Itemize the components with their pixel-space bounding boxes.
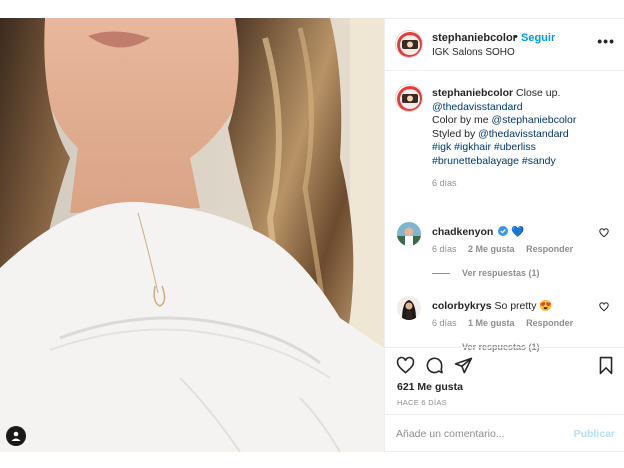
photo-image: [0, 18, 384, 452]
comment-body: So pretty 😍: [494, 300, 553, 312]
mention-link[interactable]: @thedavisstandard: [432, 101, 523, 113]
caption-line-1: Close up.: [513, 87, 561, 99]
avatar[interactable]: [395, 30, 423, 58]
comment-username[interactable]: colorbykrys: [432, 300, 492, 312]
follow-button[interactable]: Seguir: [521, 32, 555, 44]
comment-text: chadkenyon 💙: [432, 225, 524, 238]
post-author-username[interactable]: stephaniebcolor: [432, 32, 517, 44]
reply-button[interactable]: Responder: [526, 244, 573, 254]
hashtag-links[interactable]: #brunettebalayage #sandy: [432, 155, 556, 167]
comment-avatar[interactable]: [397, 296, 421, 320]
comment-username[interactable]: chadkenyon: [432, 226, 493, 238]
comment-like-heart-icon[interactable]: [599, 228, 609, 241]
verified-badge-icon: [498, 226, 509, 236]
hashtag-links[interactable]: #igk #igkhair #uberliss: [432, 141, 536, 153]
comment-meta: 6 días 2 Me gusta Responder: [432, 244, 582, 254]
comment-icon[interactable]: [425, 356, 444, 378]
publish-button[interactable]: Publicar: [574, 428, 615, 440]
post-location[interactable]: IGK Salons SOHO: [432, 47, 515, 58]
separator-dot: •: [514, 31, 518, 43]
caption-line-4-prefix: Styled by: [432, 127, 479, 140]
comment-item: chadkenyon 💙 6 días 2 Me gusta Responder…: [385, 222, 624, 282]
comment-text: colorbykrys So pretty 😍: [432, 299, 552, 312]
post-timestamp[interactable]: HACE 6 DÍAS: [397, 398, 447, 407]
mention-link[interactable]: @thedavisstandard: [478, 128, 569, 140]
view-replies-button[interactable]: Ver respuestas (1): [432, 268, 540, 278]
likes-count[interactable]: 621 Me gusta: [397, 381, 463, 393]
reply-button[interactable]: Responder: [526, 318, 573, 328]
replies-divider: [432, 272, 450, 274]
comment-time[interactable]: 6 días: [432, 318, 457, 328]
caption-time[interactable]: 6 días: [432, 178, 457, 188]
comments-section: stephaniebcolor Close up. @thedavisstand…: [385, 72, 624, 352]
view-replies-label: Ver respuestas (1): [462, 268, 540, 278]
mention-link[interactable]: @stephaniebcolor: [492, 114, 577, 126]
comment-body: 💙: [511, 226, 525, 238]
comment-likes[interactable]: 2 Me gusta: [468, 244, 515, 254]
comment-input[interactable]: [396, 424, 566, 444]
comment-likes[interactable]: 1 Me gusta: [468, 318, 515, 328]
post-header: stephaniebcolor • Seguir IGK Salons SOHO…: [385, 19, 624, 71]
add-comment-form: Publicar: [385, 414, 624, 452]
caption-username[interactable]: stephaniebcolor: [432, 87, 513, 99]
more-options-icon[interactable]: •••: [597, 34, 615, 48]
bookmark-icon[interactable]: [597, 356, 615, 378]
user-tag-icon[interactable]: [6, 426, 26, 446]
paper-plane-icon[interactable]: [454, 356, 473, 378]
caption-line-3-prefix: Color by me: [432, 114, 492, 126]
comment-like-heart-icon[interactable]: [599, 302, 609, 315]
comment-meta: 6 días 1 Me gusta Responder: [432, 318, 582, 328]
post-actions-bar: [385, 347, 624, 381]
caption-text: stephaniebcolor Close up. @thedavisstand…: [432, 87, 617, 168]
post-side-panel: stephaniebcolor • Seguir IGK Salons SOHO…: [384, 18, 624, 452]
heart-icon[interactable]: [396, 356, 415, 378]
comment-time[interactable]: 6 días: [432, 244, 457, 254]
caption-avatar[interactable]: [395, 84, 423, 112]
comment-avatar[interactable]: [397, 222, 421, 246]
post-photo[interactable]: [0, 18, 384, 452]
